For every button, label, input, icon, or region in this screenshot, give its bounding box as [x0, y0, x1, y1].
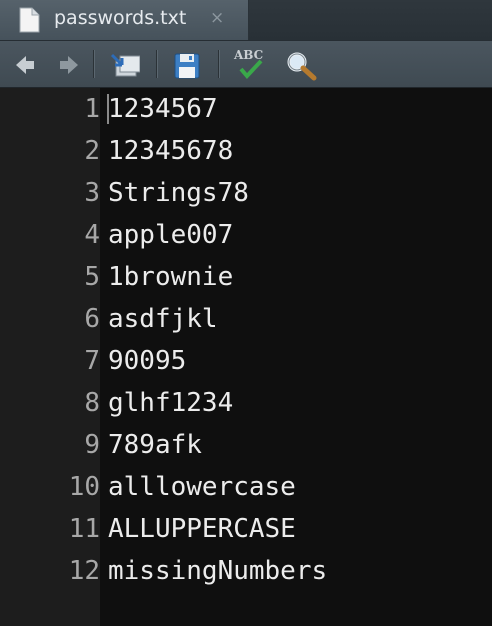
- line-number: 1: [84, 94, 100, 124]
- editor-line[interactable]: ALLUPPERCASE: [108, 508, 296, 550]
- spellcheck-label: ABC: [233, 48, 263, 62]
- save-icon[interactable]: [173, 52, 201, 84]
- spellcheck-icon[interactable]: ABC: [231, 45, 271, 87]
- line-number: 3: [84, 178, 100, 208]
- editor-line[interactable]: 12345678: [108, 130, 233, 172]
- toolbar-separator: [93, 50, 94, 78]
- tab-bar: passwords.txt ×: [0, 0, 492, 41]
- editor-line[interactable]: Strings78: [108, 172, 249, 214]
- line-number: 12: [68, 556, 100, 586]
- line-number: 9: [84, 430, 100, 460]
- go-to-directory-icon[interactable]: [108, 51, 141, 83]
- editor-line[interactable]: 90095: [108, 340, 186, 382]
- line-number: 6: [84, 304, 100, 334]
- editor-line[interactable]: glhf1234: [108, 382, 233, 424]
- tab-title: passwords.txt: [54, 7, 187, 29]
- arrow-right-icon[interactable]: [48, 54, 82, 80]
- line-number: 8: [84, 388, 100, 418]
- arrow-left-icon[interactable]: [14, 54, 48, 80]
- document-icon: [18, 7, 40, 37]
- editor-line[interactable]: apple007: [108, 214, 233, 256]
- editor-line[interactable]: alllowercase: [108, 466, 296, 508]
- editor-line[interactable]: asdfjkl: [108, 298, 218, 340]
- line-number: 2: [84, 136, 100, 166]
- editor-line[interactable]: 1234567: [108, 88, 218, 130]
- line-number: 5: [84, 262, 100, 292]
- editor-line[interactable]: 789afk: [108, 424, 202, 466]
- editor-toolbar: ABC: [0, 41, 492, 88]
- text-editor[interactable]: 1234567 12345678 Strings78 apple007 1bro…: [100, 88, 492, 626]
- editor-line[interactable]: missingNumbers: [108, 550, 327, 592]
- line-number: 4: [84, 220, 100, 250]
- line-number-gutter: 1 2 3 4 5 6 7 8 9 10 11 12: [0, 88, 100, 626]
- tab-passwords-txt[interactable]: passwords.txt ×: [0, 0, 249, 40]
- tab-bar-empty-area: [248, 0, 492, 40]
- toolbar-separator: [218, 50, 219, 78]
- editor-line[interactable]: 1brownie: [108, 256, 233, 298]
- line-number: 7: [84, 346, 100, 376]
- line-number: 11: [68, 514, 100, 544]
- toolbar-separator: [156, 50, 157, 78]
- search-icon[interactable]: [286, 51, 318, 85]
- line-number: 10: [68, 472, 100, 502]
- close-tab-icon[interactable]: ×: [210, 8, 224, 28]
